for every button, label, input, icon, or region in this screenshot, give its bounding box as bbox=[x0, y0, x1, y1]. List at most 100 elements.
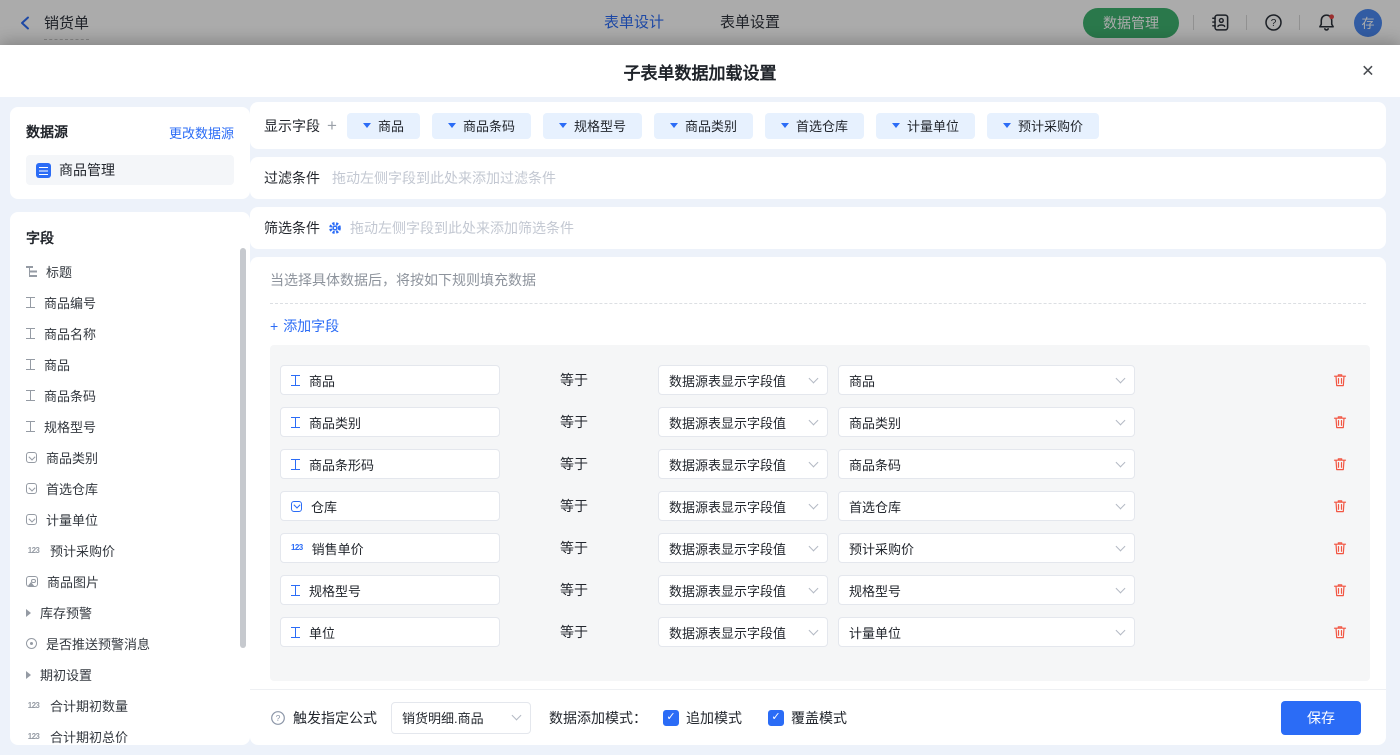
help-circle-icon[interactable]: ? bbox=[270, 710, 286, 726]
fields-panel: 字段 标题 商品编号 商品名称 bbox=[10, 212, 250, 745]
field-list-item[interactable]: 合计期初总价 bbox=[26, 721, 234, 745]
delete-row-button[interactable] bbox=[1332, 456, 1348, 472]
display-field-tag[interactable]: 商品条码 bbox=[432, 113, 531, 139]
source-field-select[interactable]: 商品条码 bbox=[838, 449, 1135, 479]
field-list-item[interactable]: 库存预警 bbox=[26, 597, 234, 628]
user-avatar[interactable]: 存 bbox=[1354, 9, 1382, 37]
save-button[interactable]: 保存 bbox=[1281, 701, 1361, 735]
source-field-select[interactable]: 商品 bbox=[838, 365, 1135, 395]
filter-condition-bar[interactable]: 过滤条件 拖动左侧字段到此处来添加过滤条件 bbox=[250, 157, 1386, 199]
caret-down-icon bbox=[1003, 123, 1011, 128]
datasource-item[interactable]: 商品管理 bbox=[26, 155, 234, 185]
source-type-select[interactable]: 数据源表显示字段值 bbox=[658, 575, 828, 605]
data-manage-button[interactable]: 数据管理 bbox=[1083, 8, 1179, 38]
target-field-box[interactable]: 单位 bbox=[280, 617, 500, 647]
mode-checkbox-option[interactable]: 追加模式 bbox=[663, 708, 742, 728]
target-field-box[interactable]: 规格型号 bbox=[280, 575, 500, 605]
caret-down-icon bbox=[670, 123, 678, 128]
source-type-select[interactable]: 数据源表显示字段值 bbox=[658, 533, 828, 563]
display-field-tag[interactable]: 规格型号 bbox=[543, 113, 642, 139]
trash-icon bbox=[1332, 624, 1348, 640]
delete-row-button[interactable] bbox=[1332, 498, 1348, 514]
fields-scrollbar[interactable] bbox=[240, 248, 246, 648]
svg-text:?: ? bbox=[276, 713, 281, 723]
field-list-item[interactable]: 商品 bbox=[26, 349, 234, 380]
display-field-tag[interactable]: 计量单位 bbox=[876, 113, 975, 139]
gear-icon[interactable] bbox=[328, 221, 342, 235]
chevron-down-icon bbox=[512, 711, 522, 721]
trash-icon bbox=[1332, 582, 1348, 598]
source-type-select[interactable]: 数据源表显示字段值 bbox=[658, 491, 828, 521]
field-label: 库存预警 bbox=[40, 603, 92, 622]
target-field-box[interactable]: 商品条形码 bbox=[280, 449, 500, 479]
field-list-item[interactable]: 规格型号 bbox=[26, 411, 234, 442]
source-field-select[interactable]: 规格型号 bbox=[838, 575, 1135, 605]
delete-row-button[interactable] bbox=[1332, 582, 1348, 598]
target-field-box[interactable]: 销售单价 bbox=[280, 533, 500, 563]
change-datasource-link[interactable]: 更改数据源 bbox=[169, 123, 234, 142]
notification-bell-icon[interactable] bbox=[1314, 11, 1338, 35]
target-field-box[interactable]: 商品类别 bbox=[280, 407, 500, 437]
display-fields-label: 显示字段 bbox=[264, 116, 320, 136]
field-list-item[interactable]: 商品图片 bbox=[26, 566, 234, 597]
field-list-item[interactable]: 商品类别 bbox=[26, 442, 234, 473]
field-list-item[interactable]: 标题 bbox=[26, 256, 234, 287]
fields-title: 字段 bbox=[26, 228, 234, 248]
display-field-tag[interactable]: 商品 bbox=[347, 113, 420, 139]
fill-rules-panel: 当选择具体数据后，将按如下规则填充数据 + 添加字段 商品 等于 数据源表显示字… bbox=[250, 257, 1386, 689]
source-field-select[interactable]: 商品类别 bbox=[838, 407, 1135, 437]
source-type-select[interactable]: 数据源表显示字段值 bbox=[658, 407, 828, 437]
mode-checkbox-option[interactable]: 覆盖模式 bbox=[768, 708, 847, 728]
field-type-icon bbox=[26, 359, 35, 370]
field-list-item[interactable]: 商品条码 bbox=[26, 380, 234, 411]
source-field-select[interactable]: 计量单位 bbox=[838, 617, 1135, 647]
help-icon[interactable]: ? bbox=[1261, 11, 1285, 35]
source-type-select[interactable]: 数据源表显示字段值 bbox=[658, 617, 828, 647]
delete-row-button[interactable] bbox=[1332, 414, 1348, 430]
checkbox-icon[interactable] bbox=[663, 710, 679, 726]
delete-row-button[interactable] bbox=[1332, 372, 1348, 388]
equals-label: 等于 bbox=[560, 412, 620, 432]
contact-book-icon[interactable] bbox=[1208, 11, 1232, 35]
source-type-select[interactable]: 数据源表显示字段值 bbox=[658, 449, 828, 479]
equals-label: 等于 bbox=[560, 370, 620, 390]
tag-label: 规格型号 bbox=[574, 116, 626, 135]
trigger-formula-select[interactable]: 销货明细.商品 bbox=[391, 702, 531, 734]
display-field-tag[interactable]: 首选仓库 bbox=[765, 113, 864, 139]
field-list-item[interactable]: 期初设置 bbox=[26, 659, 234, 690]
sift-condition-bar[interactable]: 筛选条件 拖动左侧字段到此处来添加筛选条件 bbox=[250, 207, 1386, 249]
display-field-tag[interactable]: 预计采购价 bbox=[987, 113, 1099, 139]
tab-form-settings[interactable]: 表单设置 bbox=[720, 0, 780, 45]
tab-form-design[interactable]: 表单设计 bbox=[604, 0, 664, 45]
source-field-select[interactable]: 首选仓库 bbox=[838, 491, 1135, 521]
delete-row-button[interactable] bbox=[1332, 540, 1348, 556]
add-field-button[interactable]: + 添加字段 bbox=[270, 316, 339, 336]
chevron-down-icon bbox=[1116, 415, 1126, 425]
target-field-box[interactable]: 仓库 bbox=[280, 491, 500, 521]
field-list-item[interactable]: 是否推送预警消息 bbox=[26, 628, 234, 659]
add-display-field-button[interactable]: + bbox=[327, 116, 337, 136]
source-type-select[interactable]: 数据源表显示字段值 bbox=[658, 365, 828, 395]
back-button[interactable] bbox=[18, 15, 34, 31]
target-field-box[interactable]: 商品 bbox=[280, 365, 500, 395]
delete-row-button[interactable] bbox=[1332, 624, 1348, 640]
field-list-item[interactable]: 商品编号 bbox=[26, 287, 234, 318]
field-list-item[interactable]: 预计采购价 bbox=[26, 535, 234, 566]
field-list-item[interactable]: 商品名称 bbox=[26, 318, 234, 349]
field-list-item[interactable]: 合计期初数量 bbox=[26, 690, 234, 721]
source-field-select[interactable]: 预计采购价 bbox=[838, 533, 1135, 563]
form-name[interactable]: 销货单 bbox=[44, 12, 89, 33]
display-field-tag[interactable]: 商品类别 bbox=[654, 113, 753, 139]
filter-drop-placeholder: 拖动左侧字段到此处来添加过滤条件 bbox=[332, 168, 556, 188]
rule-row: 商品类别 等于 数据源表显示字段值 商品类别 bbox=[270, 401, 1370, 443]
datasource-panel: 数据源 更改数据源 商品管理 bbox=[10, 107, 250, 199]
trash-icon bbox=[1332, 372, 1348, 388]
source-field-value: 商品条码 bbox=[849, 455, 901, 474]
field-label: 是否推送预警消息 bbox=[46, 634, 150, 653]
rules-rows-panel: 商品 等于 数据源表显示字段值 商品 bbox=[270, 345, 1370, 681]
field-list-item[interactable]: 首选仓库 bbox=[26, 473, 234, 504]
field-list-item[interactable]: 计量单位 bbox=[26, 504, 234, 535]
rule-row: 仓库 等于 数据源表显示字段值 首选仓库 bbox=[270, 485, 1370, 527]
checkbox-icon[interactable] bbox=[768, 710, 784, 726]
close-icon[interactable]: × bbox=[1362, 61, 1374, 82]
